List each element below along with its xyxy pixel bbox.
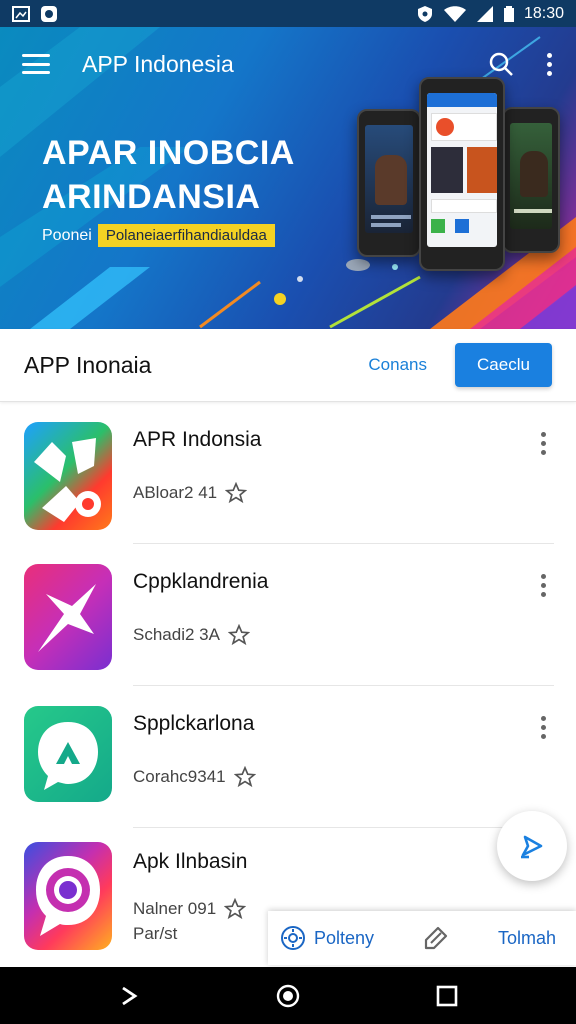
gallery-icon <box>12 5 30 22</box>
home-icon[interactable] <box>275 983 301 1009</box>
star-outline-icon[interactable] <box>233 766 256 788</box>
app-title: APP Indonesia <box>82 50 234 77</box>
camera-chat-app-icon <box>24 842 112 950</box>
phone-mockup-right <box>502 107 560 253</box>
hero-heading: APAR INOBCIA ARINDANSIA <box>42 131 295 219</box>
wifi-icon <box>443 5 466 22</box>
section-link[interactable]: Conans <box>368 355 427 375</box>
app-meta: Nalner 091 <box>133 898 247 920</box>
app-name: APR Indonsia <box>133 428 262 451</box>
hero-heading-line2: ARINDANSIA <box>42 178 261 216</box>
plane-app-icon <box>24 564 112 670</box>
section-title: APP Inonaia <box>24 351 152 378</box>
list-item[interactable]: Cppklandrenia Schadi2 3A <box>0 544 576 686</box>
star-outline-icon[interactable] <box>224 898 247 920</box>
app-meta: ABloar2 41 <box>133 482 248 504</box>
app-meta-text: Nalner 091 <box>133 899 217 918</box>
app-meta-secondary: Par/st <box>133 924 178 943</box>
app-meta-text: Corahc9341 <box>133 767 226 786</box>
hero-heading-line1: APAR INOBCIA <box>42 134 295 172</box>
send-icon <box>521 835 543 859</box>
star-outline-icon[interactable] <box>227 624 250 646</box>
status-time: 18:30 <box>523 4 564 22</box>
action-left-label: Polteny <box>314 927 375 948</box>
item-more-icon[interactable] <box>538 432 548 455</box>
list-item[interactable]: Spplckarlona Corahc9341 <box>0 686 576 828</box>
app-name: Apk Ilnbasin <box>133 850 248 873</box>
item-more-icon[interactable] <box>538 716 548 739</box>
section-header: APP Inonaia Conans Caeclu <box>0 329 576 402</box>
app-meta-text: Schadi2 3A <box>133 625 220 644</box>
action-right[interactable]: Tolmah <box>498 928 556 949</box>
app-list: APR Indonsia ABloar2 41 Cppklandrenia Sc… <box>0 402 576 967</box>
hero-subline: Poonei Polaneiaerfihandiauldaa <box>42 224 275 247</box>
phone-mockup-left <box>357 109 421 257</box>
app-meta: Schadi2 3A <box>133 624 250 646</box>
action-left[interactable]: Polteny <box>280 925 374 951</box>
shield-icon <box>417 5 432 22</box>
notification-app-icon <box>41 5 57 22</box>
hero-banner: APP Indonesia APAR INOBCIA ARINDANSIA Po… <box>0 27 576 329</box>
star-outline-icon[interactable] <box>225 482 248 504</box>
gear-icon <box>281 926 305 950</box>
back-icon[interactable] <box>118 985 140 1007</box>
app-name: Spplckarlona <box>133 712 255 735</box>
tag-icon[interactable] <box>422 924 450 952</box>
action-right-label: Tolmah <box>497 927 556 948</box>
section-action-button[interactable]: Caeclu <box>455 343 552 387</box>
navigation-bar <box>0 967 576 1024</box>
floating-action-button[interactable] <box>497 811 567 881</box>
more-vert-icon[interactable] <box>544 52 554 76</box>
list-item[interactable]: APR Indonsia ABloar2 41 <box>0 402 576 544</box>
hero-sub-lead: Poonei <box>42 226 92 244</box>
recents-icon[interactable] <box>436 985 458 1007</box>
status-bar: 18:30 <box>0 0 576 27</box>
app-meta-text: ABloar2 41 <box>133 483 218 502</box>
chat-app-icon <box>24 706 112 802</box>
app-meta: Corahc9341 <box>133 766 256 788</box>
hero-sub-tag: Polaneiaerfihandiauldaa <box>97 224 275 247</box>
bottom-action-card: Polteny Tolmah <box>268 911 576 965</box>
signal-icon <box>476 5 493 22</box>
phone-mockup-center <box>419 77 505 271</box>
search-icon[interactable] <box>488 51 514 77</box>
menu-icon[interactable] <box>22 54 50 74</box>
messenger-app-icon <box>24 422 112 530</box>
item-more-icon[interactable] <box>538 574 548 597</box>
battery-icon <box>503 5 514 22</box>
app-name: Cppklandrenia <box>133 570 269 593</box>
